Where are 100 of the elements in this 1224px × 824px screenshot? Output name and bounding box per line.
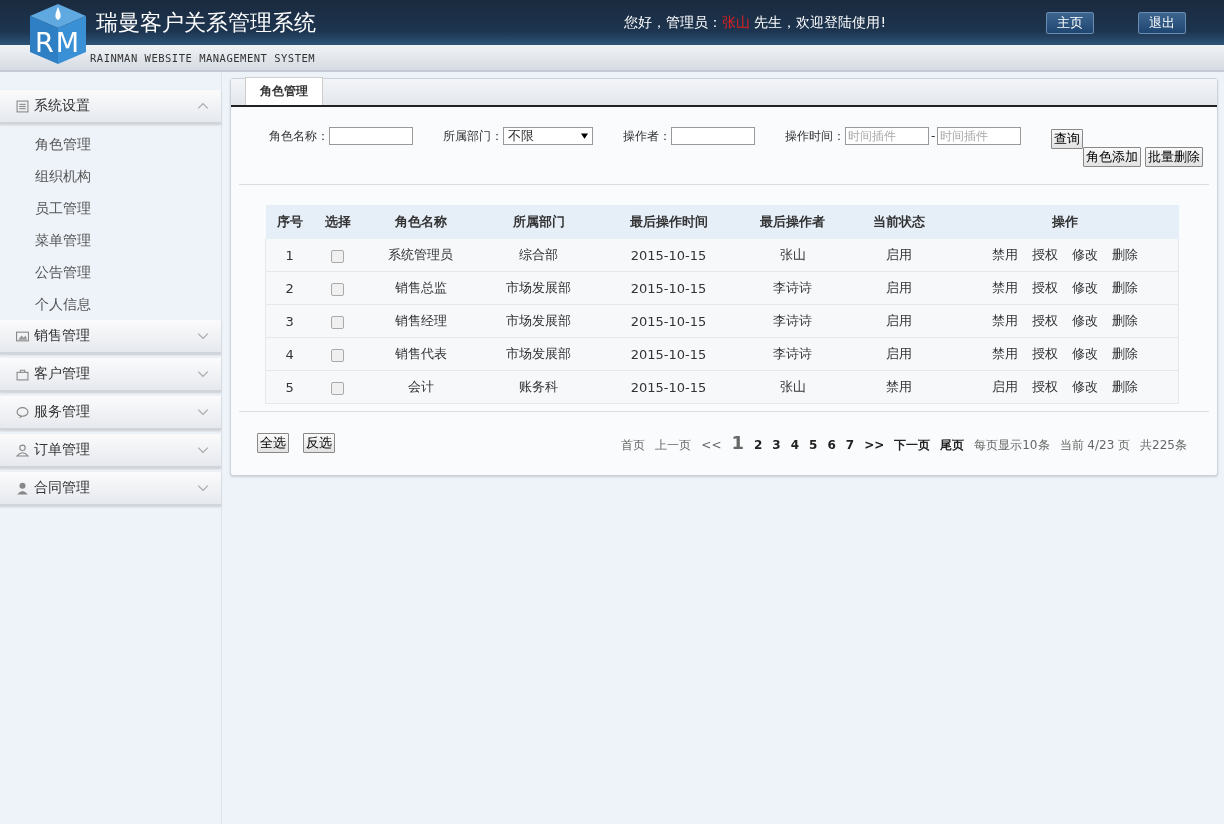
department-label: 所属部门： (443, 127, 503, 145)
pager-link[interactable]: 首页 (621, 437, 646, 454)
page-number[interactable]: 7 (845, 438, 855, 452)
chevron-down-icon (197, 484, 209, 492)
sidebar-group-header[interactable]: 合同管理 (0, 472, 221, 506)
table-cell: 2015-10-15 (597, 271, 740, 305)
action-link[interactable]: 启用 (991, 378, 1018, 396)
column-header: 当前状态 (845, 205, 952, 239)
chevron-down-icon (197, 446, 209, 454)
chevron-down-icon (197, 332, 209, 340)
sidebar-item[interactable]: 菜单管理 (0, 224, 91, 256)
operator-field[interactable] (671, 127, 755, 145)
chevron-down-icon (197, 370, 209, 378)
sidebar-item[interactable]: 员工管理 (0, 192, 91, 224)
action-link[interactable]: 删除 (1111, 279, 1138, 297)
table-cell: 启用 (845, 271, 952, 305)
row-checkbox[interactable] (331, 315, 344, 329)
column-header: 选择 (313, 205, 362, 239)
row-checkbox[interactable] (331, 282, 344, 296)
table-cell: 市场发展部 (479, 271, 598, 305)
tab[interactable]: 角色管理 (245, 77, 323, 105)
column-header: 最后操作时间 (597, 205, 740, 239)
table-cell: 2015-10-15 (597, 304, 740, 338)
table-cell: 综合部 (479, 239, 598, 272)
table-cell: 5 (265, 370, 314, 404)
batch-delete-button[interactable]: 批量删除 (1145, 147, 1203, 167)
welcome-message: 您好，管理员：张山 先生，欢迎登陆使用! (623, 13, 886, 32)
action-link[interactable]: 授权 (1031, 246, 1058, 264)
picture-icon (16, 329, 29, 343)
list-icon (16, 99, 29, 113)
sidebar-group-header[interactable]: 服务管理 (0, 396, 221, 430)
end-time-field[interactable]: 时间插件 (937, 127, 1022, 145)
chat-bubble-icon (16, 405, 29, 419)
operator-label: 操作者： (623, 127, 671, 145)
header-button[interactable]: 退出 (1138, 11, 1186, 34)
pager-link[interactable]: 尾页 (940, 437, 965, 454)
action-link[interactable]: 删除 (1111, 246, 1138, 264)
pager-link[interactable]: 上一页 (655, 437, 692, 454)
action-link[interactable]: 修改 (1071, 345, 1098, 363)
table-cell: 李诗诗 (739, 304, 846, 338)
select-button[interactable]: 反选 (303, 433, 335, 453)
action-link[interactable]: 删除 (1111, 312, 1138, 330)
page-number[interactable]: 4 (790, 438, 800, 452)
add-role-button[interactable]: 角色添加 (1083, 147, 1141, 167)
row-checkbox[interactable] (331, 381, 344, 395)
search-button[interactable]: 查询 (1051, 129, 1084, 149)
sidebar-item[interactable]: 个人信息 (0, 288, 91, 320)
select-button[interactable]: 全选 (257, 433, 289, 453)
action-link[interactable]: 授权 (1031, 345, 1058, 363)
action-link[interactable]: 禁用 (991, 312, 1018, 330)
action-link[interactable]: 禁用 (991, 246, 1018, 264)
table-cell: 1 (265, 239, 314, 272)
department-select[interactable]: 不限 (503, 127, 593, 145)
table-cell: 2015-10-15 (597, 370, 740, 404)
pager-info: 当前 4/23 页 (1059, 437, 1131, 454)
action-link[interactable]: 删除 (1111, 378, 1138, 396)
table-cell: 禁用 (845, 370, 952, 404)
action-link[interactable]: 修改 (1071, 246, 1098, 264)
table-cell: 启用 (845, 239, 952, 272)
sidebar-group-header[interactable]: 销售管理 (0, 320, 221, 354)
page-number[interactable]: 6 (827, 438, 836, 452)
sidebar-item[interactable]: 组织机构 (0, 160, 91, 192)
table-cell: 4 (265, 337, 314, 371)
column-header: 角色名称 (361, 205, 480, 239)
pager-link[interactable]: 下一页 (894, 437, 931, 454)
sidebar-group-header[interactable]: 客户管理 (0, 358, 221, 392)
action-link[interactable]: 删除 (1111, 345, 1138, 363)
action-link[interactable]: 修改 (1071, 312, 1098, 330)
role-name-field[interactable] (329, 127, 413, 145)
row-checkbox[interactable] (331, 348, 344, 362)
action-link[interactable]: 修改 (1071, 279, 1098, 297)
pager-link[interactable]: >> (864, 438, 885, 452)
action-link[interactable]: 禁用 (991, 279, 1018, 297)
page-number[interactable]: 2 (753, 438, 763, 452)
start-time-field[interactable]: 时间插件 (845, 127, 929, 145)
action-link[interactable]: 授权 (1031, 378, 1058, 396)
role-name-label: 角色名称： (269, 127, 329, 145)
column-header: 序号 (265, 205, 314, 239)
sidebar-item[interactable]: 公告管理 (0, 256, 91, 288)
page-number[interactable]: 3 (772, 438, 781, 452)
range-separator: - (931, 129, 936, 143)
table-cell: 李诗诗 (739, 271, 846, 305)
table-cell: 系统管理员 (361, 239, 480, 272)
bag-icon (16, 367, 29, 381)
header-button[interactable]: 主页 (1046, 11, 1094, 34)
page-number[interactable]: 5 (809, 438, 818, 452)
column-header: 所属部门 (479, 205, 598, 239)
action-link[interactable]: 禁用 (991, 345, 1018, 363)
sidebar-item[interactable]: 角色管理 (0, 128, 91, 160)
pager-link[interactable]: << (701, 438, 722, 452)
row-checkbox[interactable] (331, 249, 344, 263)
page-number[interactable]: 1 (731, 432, 744, 453)
action-link[interactable]: 授权 (1031, 279, 1058, 297)
table-cell: 3 (265, 304, 314, 338)
action-link[interactable]: 授权 (1031, 312, 1058, 330)
column-header: 操作 (951, 205, 1179, 239)
sidebar-group-header[interactable]: 系统设置 (0, 90, 221, 124)
time-label: 操作时间： (785, 127, 845, 145)
action-link[interactable]: 修改 (1071, 378, 1098, 396)
sidebar-group-header[interactable]: 订单管理 (0, 434, 221, 468)
